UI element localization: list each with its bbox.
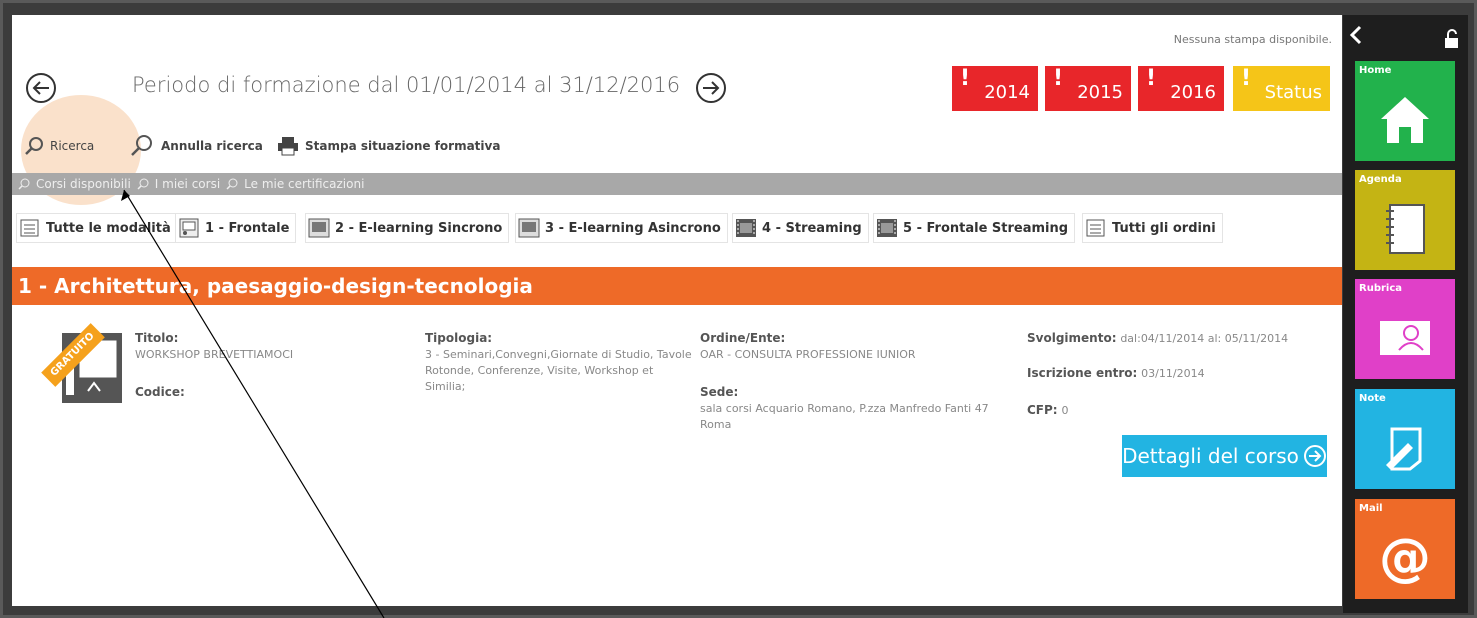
tile-label: Mail bbox=[1359, 503, 1383, 514]
sidebar-tile-note[interactable]: Note bbox=[1355, 389, 1455, 489]
note-pen-icon bbox=[1386, 427, 1422, 471]
tile-label: Note bbox=[1359, 393, 1386, 404]
tile-label: Agenda bbox=[1359, 174, 1402, 185]
chevron-left-icon[interactable] bbox=[1349, 25, 1363, 45]
sidebar: Home Agenda Rubrica Note Mail @ bbox=[1343, 15, 1468, 613]
sidebar-tile-home[interactable]: Home bbox=[1355, 61, 1455, 161]
sidebar-tile-agenda[interactable]: Agenda bbox=[1355, 170, 1455, 270]
home-icon bbox=[1381, 97, 1429, 143]
at-icon: @ bbox=[1379, 528, 1431, 588]
unlock-icon[interactable] bbox=[1443, 29, 1461, 49]
sidebar-tile-mail[interactable]: Mail @ bbox=[1355, 499, 1455, 599]
tile-label: Rubrica bbox=[1359, 283, 1403, 294]
annotation-arrow bbox=[121, 189, 385, 618]
tile-label: Home bbox=[1359, 65, 1392, 76]
notebook-icon bbox=[1386, 204, 1425, 254]
contact-card-icon bbox=[1380, 321, 1430, 355]
sidebar-tile-rubrica[interactable]: Rubrica bbox=[1355, 279, 1455, 379]
